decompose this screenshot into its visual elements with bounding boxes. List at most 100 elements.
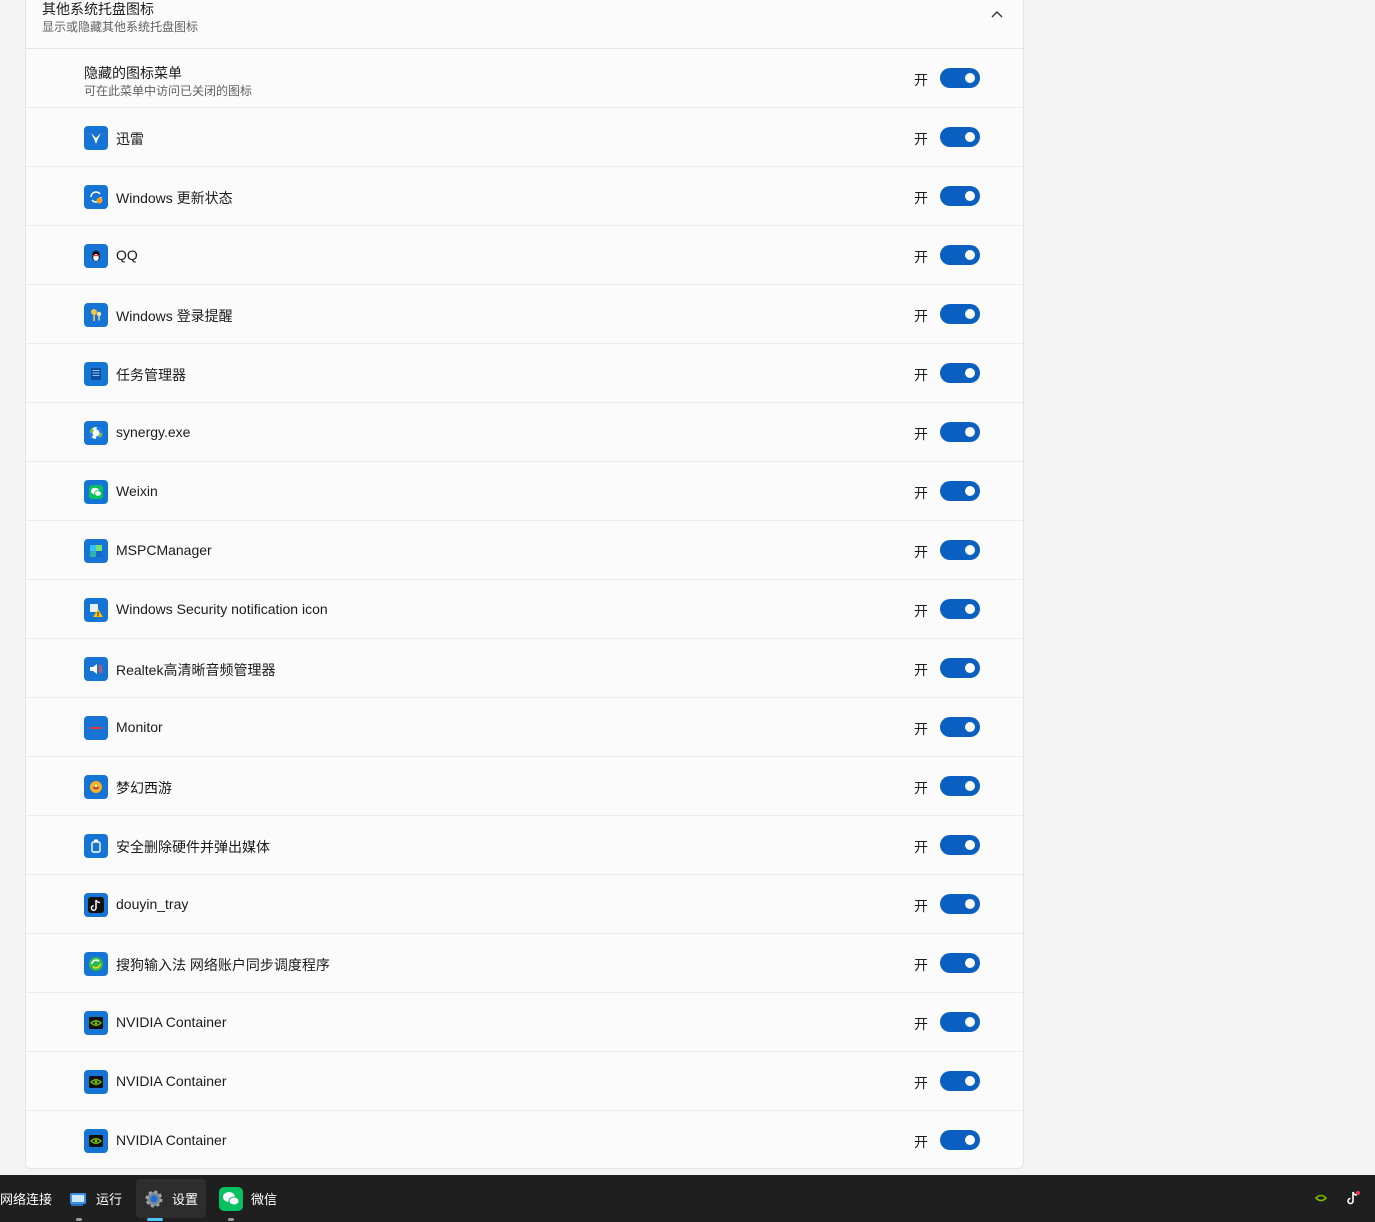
taskbar-label: 设置 — [172, 1192, 199, 1207]
tray-item-toggle[interactable] — [940, 835, 980, 855]
taskbar-label: 网络连接 — [0, 1192, 53, 1207]
tray-item-row: MSPCManager 开 — [26, 521, 1023, 580]
tray-item-toggle[interactable] — [940, 127, 980, 147]
toggle-state-label: 开 — [914, 72, 928, 88]
nvidia-icon — [84, 1070, 108, 1094]
toggle-state-label: 开 — [914, 131, 928, 147]
tray-item-toggle[interactable] — [940, 363, 980, 383]
weixin-icon — [84, 480, 108, 504]
toggle-knob — [965, 132, 975, 142]
tray-item-label: 搜狗输入法 网络账户同步调度程序 — [116, 957, 330, 973]
windows-update-icon — [84, 185, 108, 209]
wechat-icon — [219, 1186, 243, 1211]
toggle-knob — [965, 545, 975, 555]
settings-gear-icon — [144, 1189, 164, 1209]
toggle-state-label: 开 — [914, 1134, 928, 1150]
tray-nvidia-icon[interactable] — [1312, 1189, 1330, 1207]
nvidia-icon — [84, 1129, 108, 1153]
tray-douyin-icon[interactable] — [1344, 1189, 1362, 1207]
run-icon — [68, 1189, 88, 1209]
tray-item-toggle[interactable] — [940, 481, 980, 501]
thunder-icon — [84, 126, 108, 150]
game-icon — [84, 775, 108, 799]
toggle-knob — [965, 958, 975, 968]
tray-item-toggle[interactable] — [940, 953, 980, 973]
task-manager-icon — [84, 362, 108, 386]
toggle-state-label: 开 — [914, 485, 928, 501]
section-title: 其他系统托盘图标 — [42, 1, 154, 17]
tray-item-label: Windows Security notification icon — [116, 601, 328, 617]
chevron-up-icon[interactable] — [985, 3, 1009, 27]
toggle-state-label: 开 — [914, 249, 928, 265]
tray-item-toggle[interactable] — [940, 186, 980, 206]
toggle-knob — [965, 1135, 975, 1145]
taskbar-network[interactable]: 网络连接 — [0, 1179, 52, 1218]
tray-item-toggle[interactable] — [940, 776, 980, 796]
toggle-state-label: 开 — [914, 367, 928, 383]
toggle-knob — [965, 1017, 975, 1027]
tray-item-row: douyin_tray 开 — [26, 875, 1023, 934]
taskbar-wechat[interactable]: 微信 — [219, 1179, 277, 1218]
toggle-knob — [965, 899, 975, 909]
tray-item-toggle[interactable] — [940, 245, 980, 265]
tray-item-label: Weixin — [116, 483, 158, 499]
section-header[interactable]: 其他系统托盘图标 显示或隐藏其他系统托盘图标 — [26, 0, 1023, 49]
usb-eject-icon — [84, 834, 108, 858]
tray-item-row: NVIDIA Container 开 — [26, 1052, 1023, 1111]
taskbar-indicator — [76, 1218, 82, 1221]
toggle-state-label: 开 — [914, 544, 928, 560]
toggle-knob — [965, 722, 975, 732]
toggle-knob — [965, 191, 975, 201]
tray-item-row: Realtek高清晰音频管理器 开 — [26, 639, 1023, 698]
taskbar-run[interactable]: 运行 — [68, 1179, 122, 1218]
tray-item-row: Windows 登录提醒 开 — [26, 285, 1023, 344]
tray-item-toggle[interactable] — [940, 1071, 980, 1091]
tray-item-label: 迅雷 — [116, 131, 144, 147]
tray-item-row: Monitor 开 — [26, 698, 1023, 757]
taskbar-settings[interactable]: 设置 — [136, 1179, 206, 1218]
tray-item-label: synergy.exe — [116, 424, 191, 440]
taskbar: 网络连接 运行 设置 微信 — [0, 1175, 1375, 1222]
tray-item-label: Monitor — [116, 719, 163, 735]
toggle-knob — [965, 781, 975, 791]
speaker-icon — [84, 657, 108, 681]
tray-item-label: Windows 更新状态 — [116, 190, 233, 206]
taskbar-label: 运行 — [96, 1192, 123, 1207]
toggle-state-label: 开 — [914, 308, 928, 324]
hidden-menu-subtitle: 可在此菜单中访问已关闭的图标 — [84, 84, 253, 98]
tray-item-label: douyin_tray — [116, 896, 189, 912]
tray-item-toggle[interactable] — [940, 599, 980, 619]
monitor-icon — [84, 716, 108, 740]
toggle-knob — [965, 663, 975, 673]
security-warning-icon — [84, 598, 108, 622]
qq-penguin-icon — [84, 244, 108, 268]
tray-item-toggle[interactable] — [940, 658, 980, 678]
tray-icons-panel: 其他系统托盘图标 显示或隐藏其他系统托盘图标 隐藏的图标菜单 可在此菜单中访问已… — [25, 0, 1024, 1169]
tray-item-label: MSPCManager — [116, 542, 212, 558]
toggle-state-label: 开 — [914, 603, 928, 619]
tray-item-toggle[interactable] — [940, 894, 980, 914]
tray-item-label: QQ — [116, 247, 138, 263]
toggle-state-label: 开 — [914, 1016, 928, 1032]
tray-item-toggle[interactable] — [940, 540, 980, 560]
toggle-knob — [965, 368, 975, 378]
tray-item-toggle[interactable] — [940, 717, 980, 737]
tray-item-toggle[interactable] — [940, 304, 980, 324]
hidden-menu-toggle[interactable] — [940, 68, 980, 88]
toggle-state-label: 开 — [914, 898, 928, 914]
taskbar-label: 微信 — [251, 1192, 278, 1207]
tray-item-row: 安全删除硬件并弹出媒体 开 — [26, 816, 1023, 875]
toggle-knob — [965, 486, 975, 496]
tray-item-row: synergy.exe 开 — [26, 403, 1023, 462]
tray-item-toggle[interactable] — [940, 422, 980, 442]
tray-item-row: NVIDIA Container 开 — [26, 1111, 1023, 1168]
tray-item-row: NVIDIA Container 开 — [26, 993, 1023, 1052]
tray-item-label: Realtek高清晰音频管理器 — [116, 662, 276, 678]
toggle-knob — [965, 73, 975, 83]
tray-item-toggle[interactable] — [940, 1130, 980, 1150]
tray-item-row: 迅雷 开 — [26, 108, 1023, 167]
keys-icon — [84, 303, 108, 327]
toggle-state-label: 开 — [914, 190, 928, 206]
tray-item-toggle[interactable] — [940, 1012, 980, 1032]
sync-icon — [84, 952, 108, 976]
